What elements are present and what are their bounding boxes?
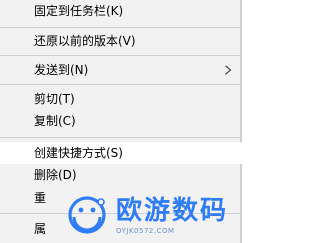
menu-separator [0,55,242,56]
menu-item-copy[interactable]: 复制(C) [0,110,242,132]
menu-item-rename[interactable]: 重 [0,187,242,209]
menu-item-label: 重 [34,191,47,205]
menu-item-label: 还原以前的版本(V) [34,34,136,48]
chevron-right-icon [225,65,232,75]
menu-separator [0,84,242,85]
menu-separator [0,137,242,138]
menu-item-restore-previous-versions[interactable]: 还原以前的版本(V) [0,30,242,52]
menu-item-label: 创建快捷方式(S) [34,146,123,160]
menu-item-label: 删除(D) [34,168,77,182]
menu-item-create-shortcut[interactable]: 创建快捷方式(S) [0,142,242,164]
menu-item-label: 固定到任务栏(K) [34,4,124,18]
menu-item-send-to[interactable]: 发送到(N) [0,59,242,81]
menu-item-properties[interactable]: 属 [0,218,242,240]
menu-item-delete[interactable]: 删除(D) [0,164,242,186]
menu-item-label: 发送到(N) [34,63,89,77]
context-menu: 固定到任务栏(K) 还原以前的版本(V) 发送到(N) 剪切(T) 复制(C) … [0,0,242,243]
menu-item-label: 属 [34,222,47,236]
menu-item-label: 复制(C) [34,114,76,128]
menu-item-pin-to-taskbar[interactable]: 固定到任务栏(K) [0,0,242,22]
menu-item-cut[interactable]: 剪切(T) [0,88,242,110]
menu-item-label: 剪切(T) [34,92,75,106]
menu-separator [0,27,242,28]
menu-separator [0,213,242,214]
